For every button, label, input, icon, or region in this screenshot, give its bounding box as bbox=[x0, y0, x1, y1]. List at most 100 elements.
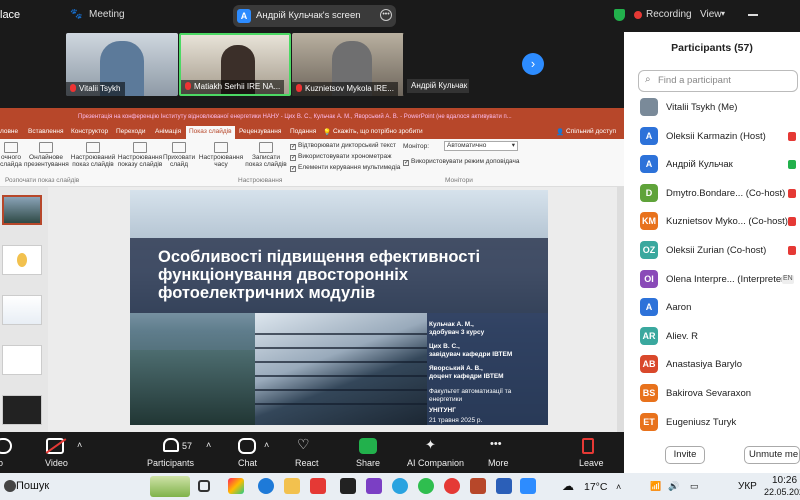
widget-landscape-icon[interactable] bbox=[150, 476, 190, 497]
copilot-icon[interactable] bbox=[228, 478, 244, 494]
battery-icon[interactable]: ▭ bbox=[690, 481, 699, 492]
file-explorer-icon[interactable] bbox=[284, 478, 300, 494]
participant-row[interactable]: KM Kuznietsov Myko... (Co-host) bbox=[624, 208, 800, 237]
tell-me-search[interactable]: Скажіть, що потрібно зробити bbox=[333, 128, 423, 135]
language-indicator[interactable]: УКР bbox=[738, 481, 757, 492]
video-tile[interactable]: Vitalii Tsykh bbox=[66, 33, 178, 96]
participant-row[interactable]: OI Olena Interpre... (Interpreter) EN bbox=[624, 266, 800, 295]
slide-thumbnail[interactable] bbox=[2, 245, 42, 275]
word-icon[interactable] bbox=[496, 478, 512, 494]
edge-icon[interactable] bbox=[258, 478, 274, 494]
record-show-button[interactable]: Записати показ слайдів bbox=[244, 142, 288, 168]
tray-chevron-icon[interactable]: ˄ bbox=[616, 482, 621, 492]
whatsapp-icon[interactable] bbox=[418, 478, 434, 494]
tab-view[interactable]: Подання bbox=[290, 128, 316, 135]
vertical-scrollbar[interactable] bbox=[617, 187, 624, 432]
video-tile[interactable]: Kuznietsov Mykola IRE... bbox=[292, 33, 404, 96]
mic-icon[interactable] bbox=[0, 438, 12, 454]
video-tile-active-speaker[interactable]: Matiakh Serhii IRE NA... bbox=[179, 33, 291, 96]
heart-icon[interactable]: ♡ bbox=[297, 436, 310, 453]
participant-row[interactable]: Vitalii Tsykh (Me) bbox=[624, 94, 800, 123]
video-button[interactable]: Video bbox=[45, 458, 68, 468]
viber-icon[interactable] bbox=[366, 478, 382, 494]
tab-slideshow[interactable]: Показ слайдів bbox=[186, 126, 235, 139]
clock-time[interactable]: 10:26 bbox=[772, 475, 797, 486]
clock-date[interactable]: 22.05.2025 bbox=[764, 487, 800, 497]
more-icon[interactable]: ••• bbox=[490, 438, 502, 450]
leave-icon[interactable] bbox=[582, 438, 594, 454]
tab-animations[interactable]: Анімація bbox=[155, 128, 181, 135]
chrome-icon[interactable] bbox=[444, 478, 460, 494]
rehearse-timings-button[interactable]: Настроювання часу bbox=[198, 142, 244, 168]
narration-checkbox[interactable]: ✓ Відтворювати дикторський текст bbox=[290, 142, 396, 150]
tab-home[interactable]: ловне bbox=[0, 128, 18, 135]
tab-transitions[interactable]: Переходи bbox=[116, 128, 145, 135]
participants-chevron-icon[interactable]: ˄ bbox=[206, 440, 211, 450]
screen-share-indicator[interactable]: A Андрій Кульчак's screen ••• bbox=[233, 5, 396, 27]
tab-insert[interactable]: Вставлення bbox=[28, 128, 64, 135]
participant-row[interactable]: A Андрій Кульчак bbox=[624, 151, 800, 180]
search-icon[interactable] bbox=[4, 480, 16, 492]
more-options-icon[interactable]: ••• bbox=[380, 9, 392, 21]
media-controls-checkbox[interactable]: ✓ Елементи керування мультимедіа bbox=[290, 164, 400, 172]
zoom-icon[interactable] bbox=[520, 478, 536, 494]
weather-cloud-icon[interactable]: ☁ bbox=[562, 479, 574, 493]
unmute-me-button[interactable]: Unmute me bbox=[744, 446, 800, 464]
volume-icon[interactable]: 🔊 bbox=[668, 481, 679, 492]
video-tile[interactable]: Андрій Кульчак bbox=[403, 33, 469, 96]
participant-row[interactable]: OZ Oleksii Zurian (Co-host) bbox=[624, 237, 800, 266]
ai-companion-button[interactable]: AI Companion bbox=[407, 458, 464, 468]
app-icon[interactable] bbox=[310, 478, 326, 494]
participant-row[interactable]: AR Aliev. R bbox=[624, 323, 800, 352]
custom-show-button[interactable]: Настроюваний показ слайдів bbox=[70, 142, 116, 168]
share-button[interactable]: Share bbox=[356, 458, 380, 468]
slide-thumbnail[interactable] bbox=[2, 345, 42, 375]
video-chevron-icon[interactable]: ˄ bbox=[77, 440, 82, 450]
powerpoint-icon[interactable] bbox=[470, 478, 486, 494]
meeting-label[interactable]: Meeting bbox=[89, 9, 125, 20]
audio-label[interactable]: o bbox=[0, 458, 3, 468]
network-icon[interactable]: 📶 bbox=[650, 481, 661, 492]
view-chevron-icon[interactable]: ▾ bbox=[721, 9, 725, 18]
timings-checkbox[interactable]: ✓ Використовувати хронометраж bbox=[290, 153, 391, 161]
paw-icon[interactable]: 🐾 bbox=[70, 9, 82, 20]
slide-thumbnail[interactable] bbox=[2, 295, 42, 325]
from-start-button[interactable]: очного слайда bbox=[0, 142, 22, 168]
view-button[interactable]: View bbox=[700, 9, 722, 20]
security-shield-icon[interactable] bbox=[614, 9, 625, 21]
recording-label[interactable]: Recording bbox=[646, 9, 692, 20]
share-screen-icon[interactable] bbox=[359, 438, 377, 454]
current-slide[interactable]: Особливості підвищення ефективності функ… bbox=[130, 190, 548, 425]
invite-button[interactable]: Invite bbox=[665, 446, 705, 464]
participant-row[interactable]: AB Anastasiya Barylo bbox=[624, 351, 800, 380]
taskbar-search-label[interactable]: Пошук bbox=[16, 480, 49, 492]
chat-icon[interactable] bbox=[238, 438, 256, 454]
chat-button[interactable]: Chat bbox=[238, 458, 257, 468]
slide-thumbnail-active[interactable] bbox=[2, 195, 42, 225]
app-icon[interactable] bbox=[340, 478, 356, 494]
participant-row[interactable]: A Aaron bbox=[624, 294, 800, 323]
presenter-view-checkbox[interactable]: ✓ Використовувати режим доповідача bbox=[403, 158, 519, 166]
monitor-select[interactable]: Автоматично ▾ bbox=[444, 141, 518, 151]
hide-slide-button[interactable]: Приховати слайд bbox=[163, 142, 195, 168]
online-present-button[interactable]: Онлайнове презентування bbox=[24, 142, 69, 168]
ppt-share-button[interactable]: Спільний доступ bbox=[566, 128, 616, 135]
chat-chevron-icon[interactable]: ˄ bbox=[264, 440, 269, 450]
react-button[interactable]: React bbox=[295, 458, 319, 468]
more-button[interactable]: More bbox=[488, 458, 509, 468]
leave-button[interactable]: Leave bbox=[579, 458, 604, 468]
participant-row[interactable]: ET Eugeniusz Turyk bbox=[624, 409, 800, 438]
next-page-arrow-icon[interactable]: › bbox=[522, 53, 544, 75]
share-person-icon[interactable]: 👤 bbox=[556, 128, 564, 136]
setup-show-button[interactable]: Настроювання показу слайдів bbox=[117, 142, 163, 168]
participant-row[interactable]: D Dmytro.Bondare... (Co-host) bbox=[624, 180, 800, 209]
ai-companion-icon[interactable]: ✦ bbox=[425, 437, 436, 453]
tab-design[interactable]: Конструктор bbox=[71, 128, 108, 135]
temperature[interactable]: 17°C bbox=[584, 481, 607, 493]
participant-row[interactable]: A Oleksii Karmazin (Host) bbox=[624, 123, 800, 152]
telegram-icon[interactable] bbox=[392, 478, 408, 494]
participant-row[interactable]: BS Bakirova Sevaraxon bbox=[624, 380, 800, 409]
participants-button[interactable]: Participants bbox=[147, 458, 194, 468]
participants-icon[interactable] bbox=[163, 438, 179, 452]
tab-review[interactable]: Рецензування bbox=[239, 128, 281, 135]
